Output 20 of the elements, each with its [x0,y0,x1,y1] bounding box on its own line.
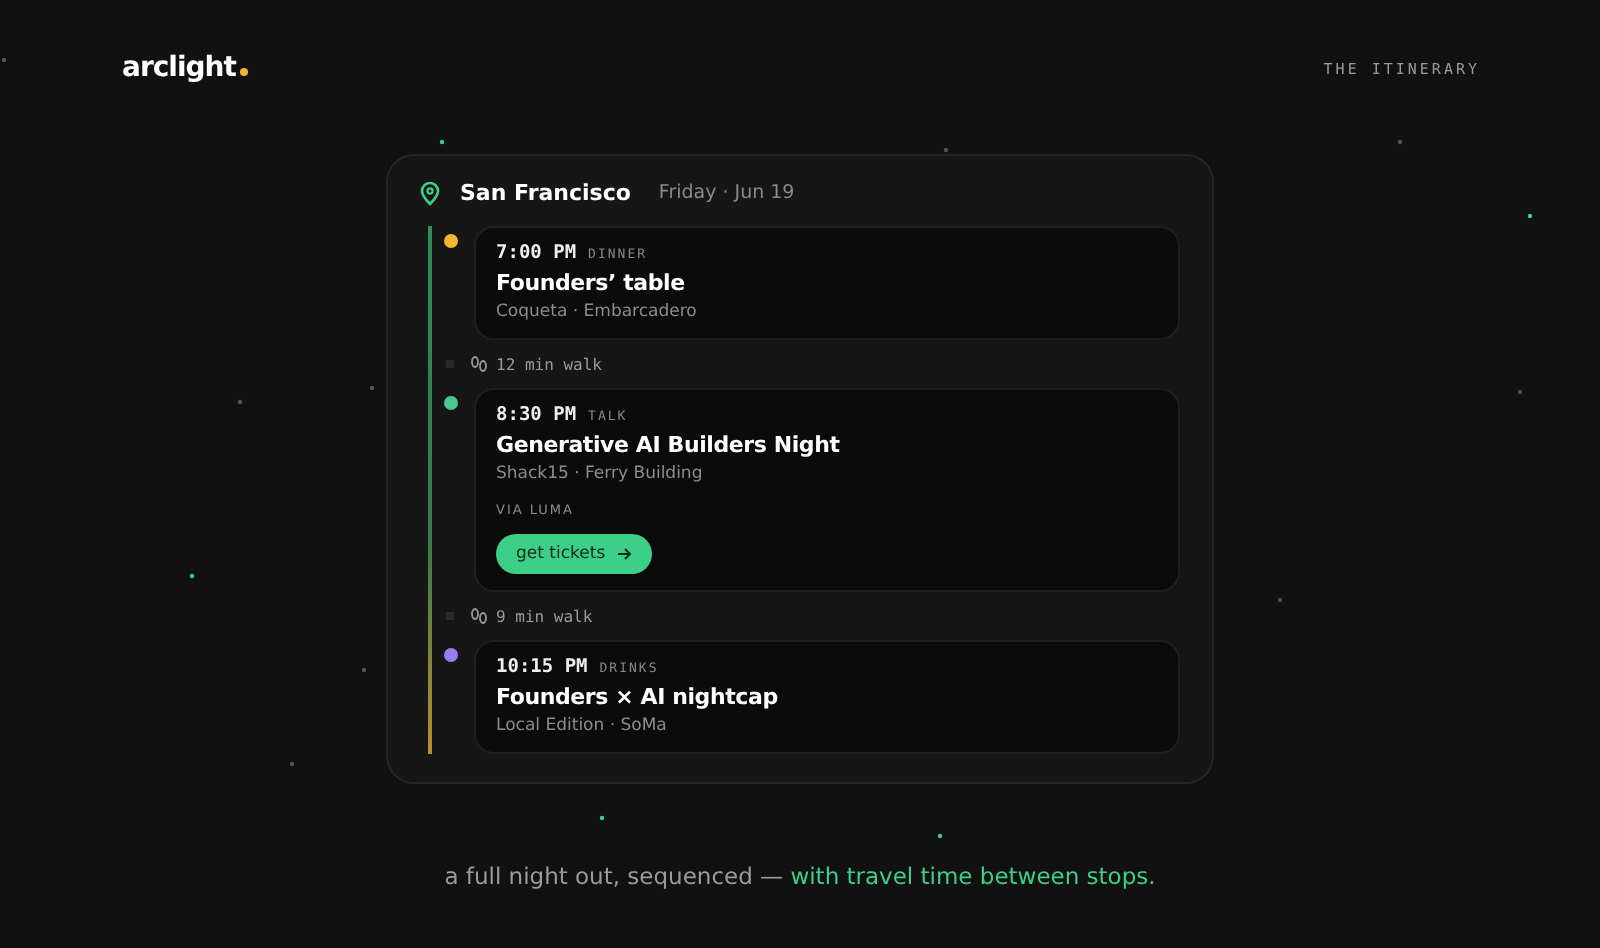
walk-time: 9 min walk [496,607,593,625]
tagline: a full night out, sequenced — with travel time between stops. [444,862,1156,890]
event-title: Generative AI Builders Night [496,432,842,458]
event-time: 10:15 PM [496,656,588,678]
footprints-icon [470,355,488,373]
event-time: 8:30 PM [496,404,577,426]
brand-logo[interactable]: arclight [122,52,248,84]
event-title: Founders × AI nightcap [496,684,780,710]
date-text: Friday · Jun 19 [658,182,795,204]
event-title: Founders’ table [496,270,687,296]
walk-time: 12 min walk [496,355,602,373]
event-venue: Coqueta · Embarcadero [496,302,699,322]
event-venue: Shack15 · Ferry Building [496,464,705,484]
arrow-right-icon [615,546,632,562]
footprints-icon [470,607,488,625]
event-venue: Local Edition · SoMa [496,716,669,736]
city-name: San Francisco [460,180,631,206]
event-time: 7:00 PM [496,242,577,264]
location-pin-icon [420,181,440,205]
get-tickets-button[interactable]: get tickets [496,534,652,574]
